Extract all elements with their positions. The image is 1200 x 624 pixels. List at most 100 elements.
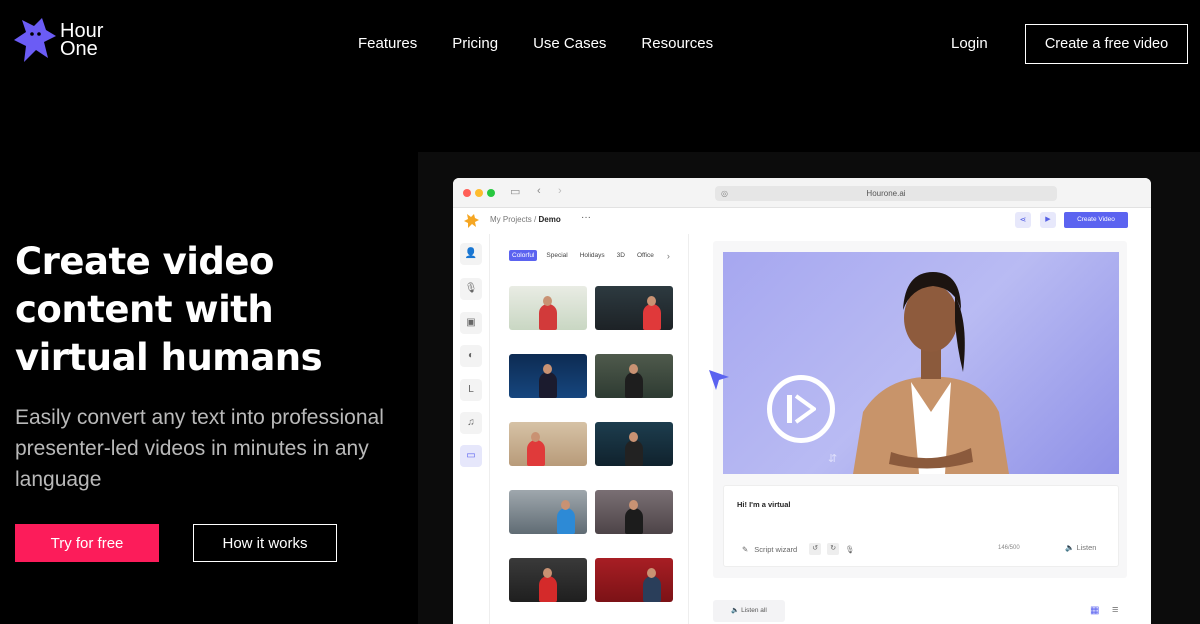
app-sidebar: 👤 🎙 ▣ ◐ L ♫ ▭ (453, 234, 490, 624)
template-thumbnail (509, 354, 587, 398)
redo-icon: ↻ (827, 543, 840, 555)
nav-link-resources[interactable]: Resources (641, 35, 713, 52)
presenter-head (647, 296, 656, 306)
back-arrow-icon: ‹ (537, 185, 541, 197)
presenter-head (629, 500, 638, 510)
listen-control: 🔈 Listen (1065, 543, 1096, 552)
presenter-figure (527, 440, 545, 466)
listen-label: Listen (1076, 543, 1097, 552)
magic-wand-icon: ✎ (742, 544, 749, 554)
presenter-head (543, 296, 552, 306)
undo-icon: ↺ (809, 543, 822, 555)
url-text: Hourone.ai (866, 189, 906, 198)
script-text: Hi! I'm a virtual (737, 500, 791, 509)
brand-logo[interactable]: Hour One (14, 16, 120, 64)
presenter-figure (557, 508, 575, 534)
list-view-icon: ≡ (1112, 604, 1119, 616)
template-thumbnail (509, 558, 587, 602)
presenter-figure (539, 576, 557, 602)
template-thumbnail (595, 286, 673, 330)
template-thumbnail (509, 286, 587, 330)
brand-name: Hour One (60, 20, 104, 60)
hour-one-logo-icon (14, 18, 56, 62)
presenter-figure (643, 304, 661, 330)
globe-icon: ◎ (721, 189, 728, 198)
app-header: My Projects / Demo ··· ⋖ ▶ Create Video (453, 208, 1151, 234)
grid-view-icon: ▦ (1090, 605, 1100, 616)
app-logo-icon (464, 214, 479, 228)
template-thumbnail (595, 354, 673, 398)
template-thumbnail (595, 558, 673, 602)
forward-arrow-icon: › (558, 185, 562, 197)
template-thumbnail (509, 422, 587, 466)
presenter-head (531, 432, 540, 442)
create-free-video-button[interactable]: Create a free video (1025, 24, 1188, 64)
presenter-figure (625, 440, 643, 466)
preview-play-icon: ▶ (1040, 212, 1056, 228)
speaker-icon: 🔈 (731, 607, 740, 614)
window-maximize-dot (487, 189, 495, 197)
presenter-figure (539, 372, 557, 398)
text-icon: L (460, 379, 482, 401)
presenter-head (629, 432, 638, 442)
presenter-illustration (853, 272, 1009, 474)
palette-icon: ◐ (460, 345, 482, 367)
top-nav: Hour One Features Pricing Use Cases Reso… (0, 0, 1200, 88)
presenter-figure (625, 508, 643, 534)
browser-titlebar: ▭ ‹ › ◎ Hourone.ai (453, 178, 1151, 208)
cursor-arrow-icon (709, 370, 729, 390)
script-wizard-label: Script wizard (754, 544, 798, 554)
nav-links: Features Pricing Use Cases Resources (358, 35, 713, 52)
script-toolbar: ✎ Script wizard ↺ ↻ 🎙 (742, 543, 855, 555)
presenter-head (629, 364, 638, 374)
nav-link-features[interactable]: Features (358, 35, 417, 52)
nav-link-use-cases[interactable]: Use Cases (533, 35, 606, 52)
char-count: 146/500 (998, 545, 1020, 551)
play-triangle-icon (794, 394, 816, 424)
listen-all-label: Listen all (741, 607, 767, 614)
share-icon: ⋖ (1015, 212, 1031, 228)
chevron-right-icon: › (666, 250, 670, 261)
breadcrumb-separator: / (534, 215, 537, 224)
image-icon: ▣ (460, 312, 482, 334)
try-for-free-button[interactable]: Try for free (15, 524, 159, 562)
microphone-icon: 🎙 (460, 278, 482, 300)
user-icon: 👤 (460, 243, 482, 265)
breadcrumb-parent: My Projects (490, 215, 532, 224)
breadcrumb-current: Demo (538, 215, 561, 224)
hero-title: Create video content with virtual humans (15, 240, 323, 379)
presenter-head (543, 364, 552, 374)
chip-3d: 3D (616, 252, 625, 259)
hero-subtitle: Easily convert any text into professiona… (15, 406, 384, 491)
chip-holidays: Holidays (579, 252, 605, 259)
window-minimize-dot (475, 189, 483, 197)
window-close-dot (463, 189, 471, 197)
template-thumbnail (509, 490, 587, 534)
layout-icon: ▭ (460, 445, 482, 467)
video-editor: ⇵ Hi! I'm a virtual ✎ Script wizard ↺ ↻ … (713, 241, 1127, 578)
category-chips: Colorful Special Holidays 3D Office › (509, 250, 670, 261)
presenter-figure (625, 372, 643, 398)
create-video-button: Create Video (1064, 212, 1128, 228)
sidebar-toggle-icon: ▭ (510, 186, 521, 198)
app-mockup: ▭ ‹ › ◎ Hourone.ai My Projects / Demo ··… (453, 178, 1151, 624)
how-it-works-button[interactable]: How it works (193, 524, 337, 562)
play-bar-shape (787, 395, 792, 423)
url-bar: ◎ Hourone.ai (715, 186, 1057, 201)
template-gallery: Colorful Special Holidays 3D Office › (491, 234, 689, 624)
video-preview: ⇵ (723, 252, 1119, 474)
template-thumbnail (595, 422, 673, 466)
microphone-icon: 🎙 (845, 544, 855, 554)
chip-office: Office (636, 252, 654, 259)
login-link[interactable]: Login (951, 35, 988, 52)
presenter-head (647, 568, 656, 578)
listen-all-button: 🔈 Listen all (713, 600, 785, 622)
breadcrumb: My Projects / Demo (490, 215, 561, 224)
presenter-figure (643, 576, 661, 602)
nav-link-pricing[interactable]: Pricing (452, 35, 498, 52)
chip-colorful: Colorful (509, 250, 538, 261)
presenter-head (561, 500, 570, 510)
music-icon: ♫ (460, 412, 482, 434)
presenter-figure (539, 304, 557, 330)
script-panel: Hi! I'm a virtual ✎ Script wizard ↺ ↻ 🎙 … (723, 485, 1119, 567)
